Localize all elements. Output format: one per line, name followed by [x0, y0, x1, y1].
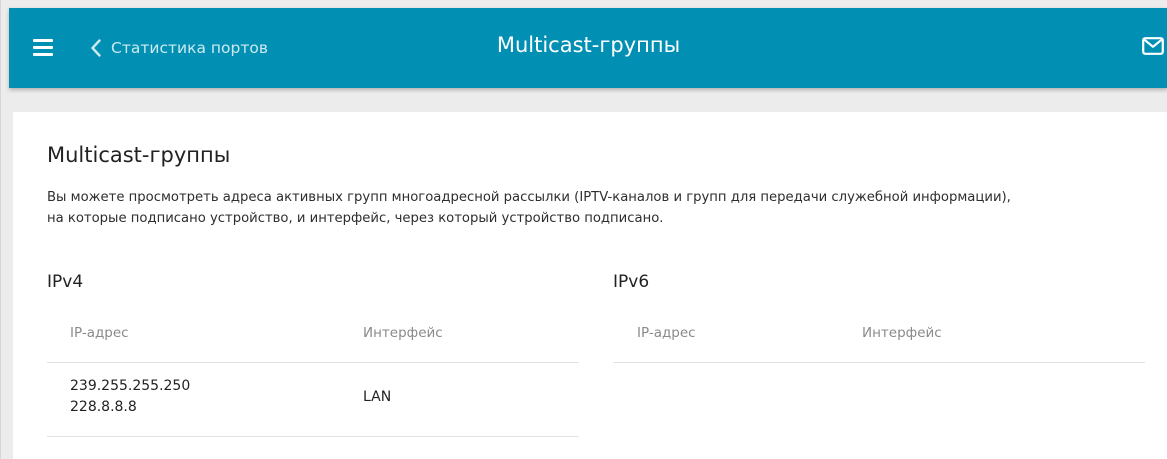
- section-heading: Multicast-группы: [47, 143, 231, 167]
- ipv4-address-cell: 239.255.255.250 228.8.8.8: [70, 376, 190, 418]
- ipv4-column-interface: Интерфейс: [363, 325, 443, 341]
- ip-address: 228.8.8.8: [70, 399, 137, 415]
- ipv6-column-interface: Интерфейс: [862, 325, 942, 341]
- ipv6-header-divider: [613, 362, 1145, 363]
- ipv4-row-divider: [47, 436, 579, 437]
- ip-address: 239.255.255.250: [70, 378, 191, 394]
- ipv4-header-divider: [47, 362, 579, 363]
- hamburger-menu-icon[interactable]: [33, 39, 53, 56]
- description-line: Вы можете просмотреть адреса активных гр…: [47, 190, 1011, 205]
- app-window: Статистика портов Multicast-группы Multi…: [0, 0, 1167, 459]
- ipv6-title: IPv6: [613, 272, 650, 292]
- ipv4-interface-cell: LAN: [363, 389, 392, 405]
- chevron-left-icon: [91, 39, 101, 57]
- description-line: на которые подписано устройство, и интер…: [47, 211, 664, 226]
- top-bar: Статистика портов Multicast-группы: [9, 8, 1167, 88]
- envelope-icon[interactable]: [1142, 37, 1164, 55]
- ipv4-title: IPv4: [47, 272, 84, 292]
- content-card: Multicast-группы Вы можете просмотреть а…: [13, 112, 1167, 459]
- back-link-label: Статистика портов: [111, 39, 268, 57]
- ipv6-column-ip-address: IP-адрес: [637, 325, 696, 341]
- ipv4-column-ip-address: IP-адрес: [70, 325, 129, 341]
- description: Вы можете просмотреть адреса активных гр…: [47, 187, 1147, 229]
- back-link[interactable]: Статистика портов: [91, 35, 268, 61]
